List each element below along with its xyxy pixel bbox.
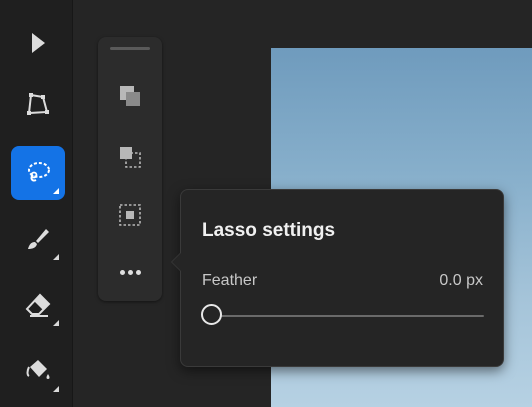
selection-new-icon [120, 86, 140, 106]
ellipsis-icon [120, 270, 125, 275]
selection-mode-toolbar [98, 37, 162, 301]
paint-bucket-tool-button[interactable] [11, 344, 65, 398]
new-selection-button[interactable] [110, 76, 150, 116]
quad-transform-icon [27, 93, 49, 115]
lasso-settings-popover: Lasso settings Feather 0.0 px [171, 189, 504, 367]
drag-handle[interactable] [110, 47, 150, 50]
selection-intersect-icon [119, 204, 141, 226]
more-options-button[interactable] [110, 257, 150, 287]
tool-flyout-indicator [53, 320, 59, 326]
popover-arrow [172, 253, 181, 271]
ellipsis-icon [128, 270, 133, 275]
app-window: Lasso settings Feather 0.0 px [0, 0, 532, 407]
lasso-icon [28, 162, 50, 182]
lasso-tool-button[interactable] [11, 146, 65, 200]
transform-tool-button[interactable] [11, 77, 65, 131]
selection-add-icon [120, 147, 141, 168]
intersect-selection-button[interactable] [110, 195, 150, 235]
paint-bucket-icon [26, 360, 50, 379]
feather-slider-thumb[interactable] [201, 304, 222, 325]
arrow-pointer-icon [32, 33, 45, 53]
brush-tool-button[interactable] [11, 212, 65, 266]
tool-flyout-indicator [53, 386, 59, 392]
left-toolbar [0, 0, 73, 407]
eraser-icon [25, 293, 51, 317]
popover-title: Lasso settings [202, 220, 336, 241]
feather-slider-track[interactable] [214, 315, 484, 317]
tool-flyout-indicator [53, 188, 59, 194]
feather-value: 0.0 px [439, 272, 483, 289]
tool-flyout-indicator [53, 254, 59, 260]
eraser-tool-button[interactable] [11, 278, 65, 332]
brush-icon [28, 229, 49, 249]
feather-label: Feather [202, 272, 258, 289]
select-tool-button[interactable] [11, 16, 65, 70]
ellipsis-icon [136, 270, 141, 275]
add-to-selection-button[interactable] [110, 137, 150, 177]
